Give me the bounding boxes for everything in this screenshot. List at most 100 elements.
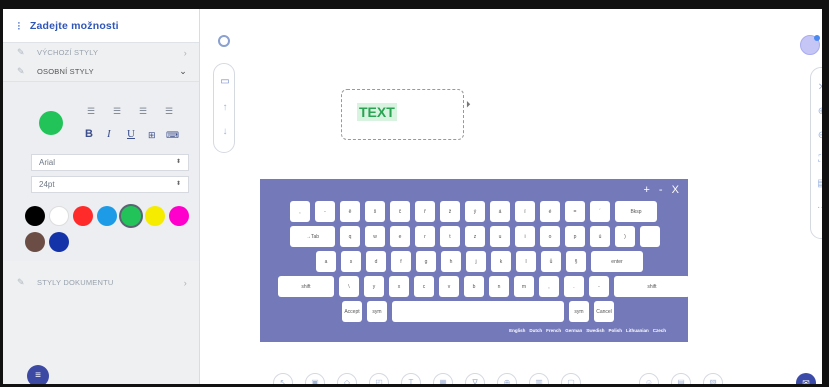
keyboard-key[interactable]: č — [390, 201, 410, 222]
keyboard-key[interactable]: ě — [340, 201, 360, 222]
keyboard-key[interactable]: h — [441, 251, 461, 272]
keyboard-key[interactable]: shift — [614, 276, 690, 297]
keyboard-key[interactable]: a — [316, 251, 336, 272]
text-box-content[interactable]: TEXT — [357, 103, 397, 121]
language-option[interactable]: Lithuanian — [626, 328, 649, 333]
chat-button[interactable]: ✉ — [796, 373, 816, 384]
keyboard-key[interactable]: , — [290, 201, 310, 222]
menu-fab-button[interactable]: ≡ — [27, 365, 49, 384]
color-green[interactable] — [121, 206, 141, 226]
keyboard-key[interactable]: c — [414, 276, 434, 297]
keyboard-key[interactable]: f — [391, 251, 411, 272]
keyboard-key[interactable] — [640, 226, 660, 247]
color-magenta[interactable] — [169, 206, 189, 226]
selected-color-swatch[interactable] — [39, 111, 63, 135]
target-icon[interactable] — [218, 35, 230, 47]
keyboard-key[interactable]: é — [540, 201, 560, 222]
add-box-icon[interactable]: ⊞ — [148, 130, 156, 141]
italic-button[interactable]: I — [107, 128, 111, 140]
color-white[interactable] — [49, 206, 69, 226]
layers-icon[interactable]: ▭ — [214, 76, 236, 87]
align-right-icon[interactable]: ☰ — [139, 106, 147, 117]
keyboard-key[interactable]: r — [415, 226, 435, 247]
keyboard-key[interactable]: , — [539, 276, 559, 297]
keyboard-key[interactable]: í — [515, 201, 535, 222]
text-tool-icon[interactable]: T — [401, 373, 421, 384]
keyboard-key[interactable]: e — [390, 226, 410, 247]
keyboard-key[interactable]: . — [564, 276, 584, 297]
avatar[interactable] — [800, 35, 820, 55]
keyboard-key[interactable]: k — [491, 251, 511, 272]
keyboard-key[interactable]: n — [489, 276, 509, 297]
keyboard-key[interactable]: š — [365, 201, 385, 222]
language-option[interactable]: Swedish — [586, 328, 604, 333]
keyboard-key[interactable]: - — [589, 276, 609, 297]
bold-button[interactable]: B — [85, 128, 93, 140]
section-custom-styles[interactable]: ✎ OSOBNÍ STYLY ⌄ — [3, 62, 199, 81]
keyboard-key[interactable]: ů — [541, 251, 561, 272]
zoom-out-icon[interactable]: ⊖ — [811, 130, 822, 141]
keyboard-key[interactable]: Bksp — [615, 201, 657, 222]
keyboard-key[interactable]: d — [366, 251, 386, 272]
keyboard-key[interactable]: \ — [339, 276, 359, 297]
font-size-select[interactable]: 24pt ⬍ — [31, 176, 189, 193]
color-red[interactable] — [73, 206, 93, 226]
keyboard-key[interactable]: ř — [415, 201, 435, 222]
keyboard-key[interactable]: q — [340, 226, 360, 247]
language-option[interactable]: Czech — [653, 328, 666, 333]
keyboard-controls[interactable]: + - X — [643, 184, 682, 196]
keyboard-key[interactable]: →Tab — [290, 226, 335, 247]
sticky-note-icon[interactable]: ▢ — [561, 373, 581, 384]
keyboard-key[interactable]: enter — [591, 251, 643, 272]
text-box[interactable]: TEXT — [341, 89, 464, 140]
close-icon[interactable]: ✕ — [811, 82, 822, 93]
keyboard-key[interactable]: sym — [569, 301, 589, 322]
keyboard-key[interactable]: y — [364, 276, 384, 297]
notes-icon[interactable]: ▤ — [811, 178, 822, 189]
media-tool-icon[interactable]: ▣ — [305, 373, 325, 384]
arrow-down-icon[interactable]: ↓ — [214, 126, 236, 137]
table-tool-icon[interactable]: ▦ — [433, 373, 453, 384]
color-navy[interactable] — [49, 232, 69, 252]
align-justify-icon[interactable]: ☰ — [165, 106, 173, 117]
color-blue[interactable] — [97, 206, 117, 226]
align-left-icon[interactable]: ☰ — [87, 106, 95, 117]
globe-tool-icon[interactable]: ⊕ — [497, 373, 517, 384]
keyboard-key[interactable]: § — [566, 251, 586, 272]
font-family-select[interactable]: Arial ⬍ — [31, 154, 189, 171]
more-icon[interactable]: ··· — [811, 202, 822, 213]
keyboard-key[interactable]: ý — [465, 201, 485, 222]
keyboard-key[interactable]: z — [465, 226, 485, 247]
color-yellow[interactable] — [145, 206, 165, 226]
keyboard-key[interactable]: p — [565, 226, 585, 247]
keyboard-key[interactable]: g — [416, 251, 436, 272]
chart-tool-icon[interactable]: ▥ — [529, 373, 549, 384]
section-default-styles[interactable]: ✎ VÝCHOZÍ STYLY › — [3, 43, 199, 62]
color-brown[interactable] — [25, 232, 45, 252]
keyboard-key[interactable]: sym — [367, 301, 387, 322]
eraser-tool-icon[interactable]: ◇ — [337, 373, 357, 384]
keyboard-key[interactable]: u — [490, 226, 510, 247]
keyboard-key[interactable]: ú — [590, 226, 610, 247]
pointer-tool-icon[interactable]: ↖ — [273, 373, 293, 384]
language-option[interactable]: French — [546, 328, 561, 333]
language-option[interactable]: German — [565, 328, 582, 333]
arrow-up-icon[interactable]: ↑ — [214, 102, 236, 113]
keyboard-key[interactable]: á — [490, 201, 510, 222]
library-icon[interactable]: ▤ — [671, 373, 691, 384]
keyboard-key[interactable] — [392, 301, 564, 322]
language-option[interactable]: Polish — [608, 328, 622, 333]
gallery-icon[interactable]: ▧ — [703, 373, 723, 384]
keyboard-key[interactable]: b — [464, 276, 484, 297]
color-black[interactable] — [25, 206, 45, 226]
fit-screen-icon[interactable]: ⛶ — [811, 154, 823, 165]
underline-button[interactable]: U — [127, 128, 135, 140]
keyboard-key[interactable]: o — [540, 226, 560, 247]
keyboard-key[interactable]: s — [341, 251, 361, 272]
keyboard-icon[interactable]: ⌨ — [166, 130, 179, 141]
keyboard-key[interactable]: = — [565, 201, 585, 222]
keyboard-key[interactable]: Cancel — [594, 301, 614, 322]
keyboard-key[interactable]: shift — [278, 276, 334, 297]
keyboard-key[interactable]: l — [516, 251, 536, 272]
keyboard-key[interactable]: i — [515, 226, 535, 247]
